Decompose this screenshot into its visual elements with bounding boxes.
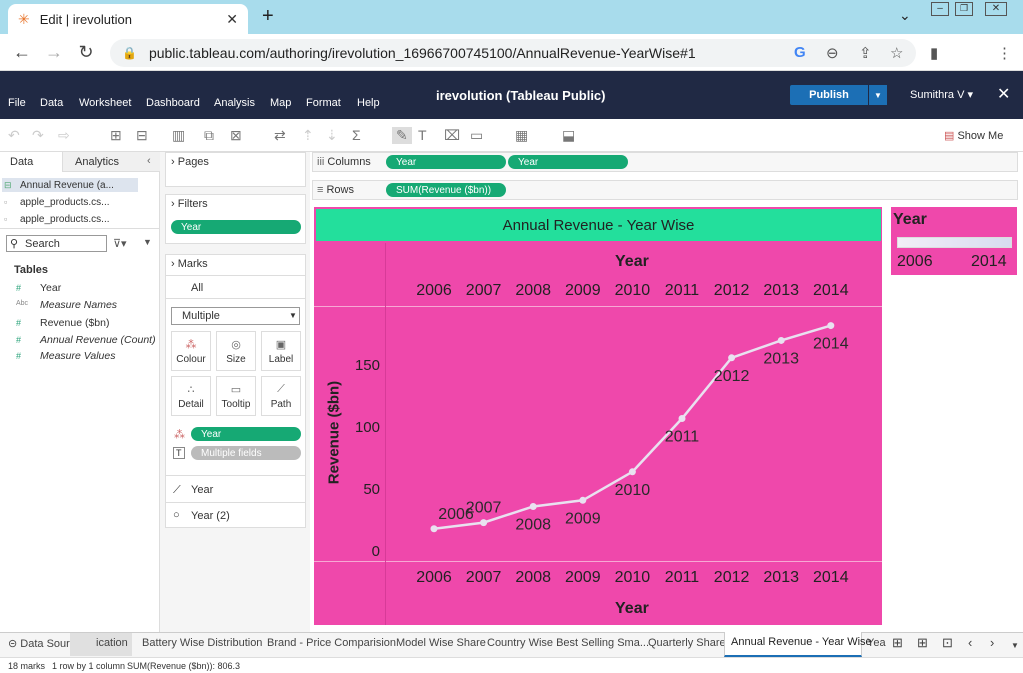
new-worksheet-tab-icon[interactable]: ⊞ [892, 635, 903, 651]
point-label: 2011 [665, 429, 700, 446]
scroll-left-icon[interactable]: ‹ [968, 635, 972, 650]
sheet-tab-active[interactable]: Annual Revenue - Year Wise [724, 632, 872, 657]
scroll-right-icon[interactable]: › [990, 635, 994, 650]
active-sheet-tab-label: Annual Revenue - Year Wise [731, 636, 872, 648]
sheet-tab[interactable]: ication [70, 633, 132, 656]
sheet-tab[interactable]: Quarterly Share [648, 637, 726, 649]
sheet-tab-label: ication [96, 637, 128, 649]
status-marks: 18 marks [8, 661, 46, 671]
point-label: 2012 [714, 368, 750, 385]
data-point[interactable] [728, 354, 736, 362]
tabs-menu-icon[interactable]: ▼ [1011, 641, 1019, 650]
point-label: 2007 [466, 500, 502, 517]
data-point[interactable] [579, 496, 587, 504]
data-point[interactable] [827, 322, 835, 330]
data-point[interactable] [678, 415, 686, 423]
data-point[interactable] [430, 525, 438, 533]
legend-color-ramp [897, 237, 1012, 248]
data-point[interactable] [777, 336, 785, 344]
sheet-tab[interactable]: Model Wise Share [396, 637, 486, 649]
sheet-tab[interactable]: Battery Wise Distribution [142, 637, 262, 649]
sheet-tab[interactable]: Country Wise Best Selling Sma... [487, 637, 649, 649]
legend-title: Year [893, 211, 927, 228]
database-icon: ⊝ [8, 638, 18, 650]
new-dashboard-tab-icon[interactable]: ⊞ [917, 635, 928, 651]
sheet-tab[interactable]: Yea [867, 637, 886, 649]
status-bar: 18 marks 1 row by 1 column SUM(Revenue (… [0, 657, 1023, 673]
legend-min: 2006 [897, 253, 933, 270]
point-label: 2014 [813, 336, 849, 353]
status-rows: 1 row by 1 column [52, 661, 126, 671]
data-point[interactable] [480, 519, 488, 527]
point-label: 2013 [763, 350, 799, 367]
sheet-tab[interactable]: Brand - Price Comparision [267, 637, 396, 649]
line-chart: 200620072008 200920102011201220132014 [430, 322, 849, 533]
point-label: 2009 [565, 510, 601, 527]
status-sum: SUM(Revenue ($bn)): 806.3 [127, 661, 241, 671]
data-point[interactable] [628, 468, 636, 476]
new-story-tab-icon[interactable]: ⊡ [942, 635, 953, 651]
legend-max: 2014 [971, 253, 1007, 270]
point-label: 2010 [615, 482, 651, 499]
point-label: 2008 [515, 516, 551, 533]
data-point[interactable] [529, 502, 537, 510]
